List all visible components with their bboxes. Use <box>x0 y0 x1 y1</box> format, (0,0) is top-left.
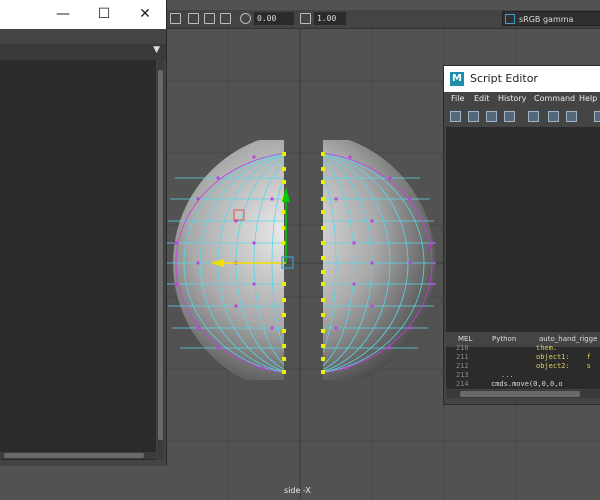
toolbar-overflow-icon[interactable] <box>594 111 600 122</box>
source-script-icon[interactable] <box>468 111 479 122</box>
exposure-icon[interactable] <box>240 13 251 24</box>
scrollbar-thumb[interactable] <box>460 391 580 397</box>
clear-history-icon[interactable] <box>528 111 539 122</box>
horizontal-scrollbar[interactable] <box>446 390 600 398</box>
menu-history[interactable]: History <box>498 94 526 103</box>
open-script-icon[interactable] <box>450 111 461 122</box>
clear-input-icon[interactable] <box>548 111 559 122</box>
viewport-toolbar: 0.00 1.00 sRGB gamma ▼ <box>160 10 600 29</box>
colorspace-dropdown[interactable]: sRGB gamma ▼ <box>502 11 600 26</box>
tab-auto-hand-rigger[interactable]: auto_hand_rigge <box>539 335 597 343</box>
scrollbar-thumb[interactable] <box>158 70 163 440</box>
script-editor-toolbar <box>444 108 600 126</box>
menu-command[interactable]: Command <box>534 94 575 103</box>
colorspace-label: sRGB gamma <box>519 15 574 24</box>
resolution-gate-icon[interactable] <box>170 13 181 24</box>
save-script-icon[interactable] <box>486 111 497 122</box>
gamma-icon[interactable] <box>300 13 311 24</box>
history-output-panel[interactable] <box>446 127 600 332</box>
script-input-editor[interactable]: 210 them. 211 object1: f 212 object2: s 213… <box>446 344 600 389</box>
left-window-dropdown[interactable]: ▼ <box>0 44 166 60</box>
script-editor-menubar: File Edit History Command Help <box>444 93 600 107</box>
tab-python[interactable]: Python <box>492 335 516 343</box>
left-floating-window[interactable]: — ☐ ✕ ▼ <box>0 0 167 466</box>
camera-label: side -X <box>284 486 311 495</box>
horizontal-scrollbar[interactable] <box>0 452 156 459</box>
left-window-titlebar[interactable]: — ☐ ✕ <box>0 0 166 29</box>
script-editor-titlebar[interactable]: M Script Editor <box>444 66 600 92</box>
left-window-list-panel[interactable] <box>0 60 156 460</box>
window-title: Script Editor <box>470 72 538 85</box>
gamma-field[interactable]: 1.00 <box>314 12 346 25</box>
exposure-field[interactable]: 0.00 <box>254 12 294 25</box>
xray-icon[interactable] <box>188 13 199 24</box>
chevron-down-icon: ▼ <box>153 45 160 55</box>
maya-logo-icon: M <box>450 72 464 86</box>
isolate-select-icon[interactable] <box>204 13 215 24</box>
color-management-icon <box>505 14 515 24</box>
scrollbar-thumb[interactable] <box>4 453 144 458</box>
wireframe-on-shaded-icon[interactable] <box>220 13 231 24</box>
minimize-icon[interactable]: — <box>48 0 78 29</box>
close-icon[interactable]: ✕ <box>130 0 160 29</box>
save-to-shelf-icon[interactable] <box>504 111 515 122</box>
menu-help[interactable]: Help <box>579 94 597 103</box>
clear-all-icon[interactable] <box>566 111 577 122</box>
menu-edit[interactable]: Edit <box>474 94 490 103</box>
vertical-scrollbar[interactable] <box>157 60 164 460</box>
tab-mel[interactable]: MEL <box>458 335 472 343</box>
script-editor-window[interactable]: M Script Editor File Edit History Comman… <box>443 65 600 405</box>
menu-file[interactable]: File <box>451 94 464 103</box>
maximize-icon[interactable]: ☐ <box>89 0 119 29</box>
